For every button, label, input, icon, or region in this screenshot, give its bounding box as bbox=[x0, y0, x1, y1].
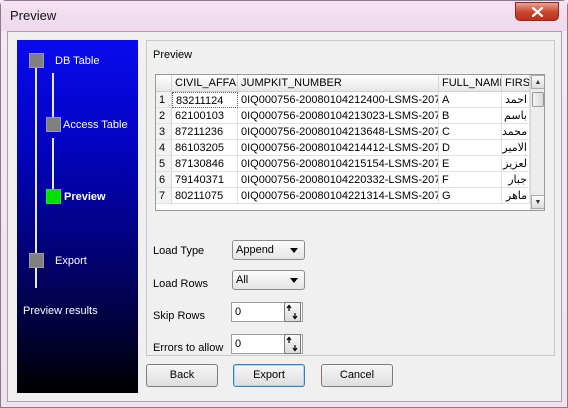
preview-grid[interactable]: CIVIL_AFFAI JUMPKIT_NUMBER FULL_NAME FIR… bbox=[155, 74, 545, 211]
table-cell[interactable]: 0IQ000756-20080104220332-LSMS-2070 bbox=[238, 172, 439, 188]
table-cell[interactable]: جبار bbox=[502, 172, 530, 188]
preview-results-label: Preview results bbox=[23, 305, 98, 317]
table-row[interactable]: 7 80211075 0IQ000756-20080104221314-LSMS-2… bbox=[156, 188, 530, 204]
step-label-access-table: Access Table bbox=[63, 119, 128, 131]
step-marker-export bbox=[29, 253, 44, 268]
table-cell[interactable]: G bbox=[439, 188, 502, 204]
window-title: Preview bbox=[10, 8, 57, 23]
stepper-arrows-icon bbox=[286, 336, 298, 352]
row-number[interactable]: 1 bbox=[156, 92, 172, 108]
table-cell[interactable]: B bbox=[439, 108, 502, 124]
errors-to-allow-stepper[interactable] bbox=[284, 334, 301, 354]
step-marker-access-table bbox=[46, 117, 61, 132]
load-rows-select[interactable]: All bbox=[232, 270, 305, 290]
chevron-down-icon bbox=[290, 248, 298, 253]
table-cell[interactable]: 80211075 bbox=[172, 188, 238, 204]
table-cell[interactable]: 0IQ000756-20080104221314-LSMS-2070 bbox=[238, 188, 439, 204]
preview-group-title: Preview bbox=[153, 49, 193, 61]
preview-window: Preview DB Table Access Table Preview Ex… bbox=[0, 0, 568, 408]
table-row[interactable]: 1 83211124 0IQ000756-20080104212400-LSMS-2… bbox=[156, 92, 530, 108]
table-cell[interactable]: باسم bbox=[502, 108, 530, 124]
table-row[interactable]: 3 87211236 0IQ000756-20080104213648-LSMS-2… bbox=[156, 124, 530, 140]
column-header[interactable]: CIVIL_AFFAI bbox=[172, 75, 238, 92]
table-cell[interactable]: E bbox=[439, 156, 502, 172]
step-marker-db-table bbox=[29, 53, 44, 68]
grid-vertical-scrollbar[interactable]: ▲ ▼ bbox=[530, 75, 544, 210]
table-cell[interactable]: 87130846 bbox=[172, 156, 238, 172]
step-label-db-table: DB Table bbox=[55, 55, 100, 67]
errors-to-allow-label: Errors to allow bbox=[153, 342, 224, 354]
skip-rows-value: 0 bbox=[235, 306, 242, 318]
table-row[interactable]: 2 62100103 0IQ000756-20080104213023-LSMS-2… bbox=[156, 108, 530, 124]
export-button[interactable]: Export bbox=[233, 364, 305, 387]
step-connector-line bbox=[52, 73, 54, 121]
load-type-value: Append bbox=[236, 244, 274, 256]
title-bar[interactable]: Preview bbox=[1, 1, 567, 31]
column-header[interactable]: JUMPKIT_NUMBER bbox=[238, 75, 439, 92]
grid-corner bbox=[156, 75, 172, 92]
table-cell[interactable]: لعزيز bbox=[502, 156, 530, 172]
table-cell[interactable]: 62100103 bbox=[172, 108, 238, 124]
row-number[interactable]: 3 bbox=[156, 124, 172, 140]
table-cell[interactable]: 0IQ000756-20080104214412-LSMS-2070 bbox=[238, 140, 439, 156]
row-number[interactable]: 4 bbox=[156, 140, 172, 156]
errors-to-allow-value: 0 bbox=[235, 338, 242, 350]
table-cell[interactable]: 79140371 bbox=[172, 172, 238, 188]
cancel-button[interactable]: Cancel bbox=[321, 364, 393, 387]
table-row[interactable]: 5 87130846 0IQ000756-20080104215154-LSMS-2… bbox=[156, 156, 530, 172]
table-cell[interactable]: ماهر bbox=[502, 188, 530, 204]
table-cell[interactable]: 86103205 bbox=[172, 140, 238, 156]
skip-rows-label: Skip Rows bbox=[153, 310, 205, 322]
table-cell[interactable]: D bbox=[439, 140, 502, 156]
load-rows-value: All bbox=[236, 274, 249, 286]
table-cell[interactable]: 0IQ000756-20080104213648-LSMS-2070 bbox=[238, 124, 439, 140]
close-icon bbox=[531, 6, 543, 17]
table-row[interactable]: 6 79140371 0IQ000756-20080104220332-LSMS-2… bbox=[156, 172, 530, 188]
preview-group: Preview CIVIL_AFFAI JUMPKIT_NUMBER FULL_… bbox=[146, 40, 555, 356]
table-cell[interactable]: A bbox=[439, 92, 502, 108]
scroll-up-icon: ▲ bbox=[534, 78, 542, 86]
scroll-down-icon: ▼ bbox=[534, 198, 542, 206]
load-rows-label: Load Rows bbox=[153, 278, 209, 290]
row-number[interactable]: 7 bbox=[156, 188, 172, 204]
table-cell[interactable]: 87211236 bbox=[172, 124, 238, 140]
skip-rows-stepper[interactable] bbox=[284, 302, 301, 322]
back-button[interactable]: Back bbox=[146, 364, 218, 387]
table-cell[interactable]: F bbox=[439, 172, 502, 188]
row-number[interactable]: 5 bbox=[156, 156, 172, 172]
table-cell[interactable]: C bbox=[439, 124, 502, 140]
scroll-down-button[interactable]: ▼ bbox=[531, 195, 544, 209]
grid-header: CIVIL_AFFAI JUMPKIT_NUMBER FULL_NAME FIR… bbox=[156, 75, 530, 92]
table-row[interactable]: 4 86103205 0IQ000756-20080104214412-LSMS-2… bbox=[156, 140, 530, 156]
row-number[interactable]: 2 bbox=[156, 108, 172, 124]
scroll-thumb[interactable] bbox=[532, 92, 544, 107]
load-type-select[interactable]: Append bbox=[232, 240, 305, 260]
table-cell[interactable]: الامير bbox=[502, 140, 530, 156]
table-cell[interactable]: 0IQ000756-20080104213023-LSMS-2070 bbox=[238, 108, 439, 124]
close-button[interactable] bbox=[515, 2, 559, 21]
stepper-arrows-icon bbox=[286, 304, 298, 320]
scroll-up-button[interactable]: ▲ bbox=[531, 75, 544, 89]
table-cell[interactable]: محمد bbox=[502, 124, 530, 140]
table-cell[interactable]: 0IQ000756-20080104212400-LSMS-2070 bbox=[238, 92, 439, 108]
table-cell[interactable]: احمد bbox=[502, 92, 530, 108]
dialog-client-area: DB Table Access Table Preview Export Pre… bbox=[7, 31, 562, 402]
step-marker-preview bbox=[46, 189, 61, 204]
wizard-steps-panel: DB Table Access Table Preview Export Pre… bbox=[17, 40, 138, 393]
column-header[interactable]: FIRS bbox=[502, 75, 530, 92]
chevron-down-icon bbox=[290, 278, 298, 283]
table-cell[interactable]: 0IQ000756-20080104215154-LSMS-2070 bbox=[238, 156, 439, 172]
step-label-preview: Preview bbox=[64, 191, 106, 203]
column-header[interactable]: FULL_NAME bbox=[439, 75, 502, 92]
step-connector-line bbox=[52, 138, 54, 193]
load-type-label: Load Type bbox=[153, 245, 205, 257]
step-label-export: Export bbox=[55, 255, 87, 267]
table-cell[interactable]: 83211124 bbox=[172, 92, 238, 108]
row-number[interactable]: 6 bbox=[156, 172, 172, 188]
